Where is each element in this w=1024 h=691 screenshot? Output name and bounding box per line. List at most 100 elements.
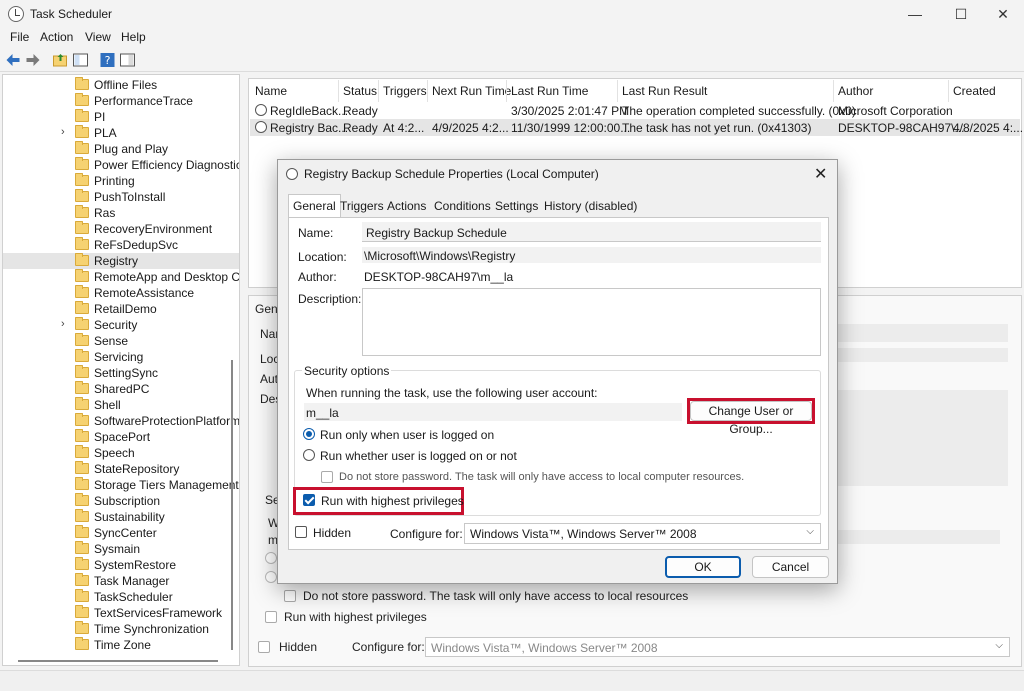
configure-for-combo[interactable]: Windows Vista™, Windows Server™ 2008 ⌵ (464, 523, 821, 544)
column-separator[interactable] (948, 80, 949, 102)
tree-item[interactable]: SoftwareProtectionPlatform (3, 413, 239, 429)
tree-item[interactable]: Servicing (3, 349, 239, 365)
tree-item[interactable]: › PLA (3, 125, 239, 141)
tree-item[interactable]: Printing (3, 173, 239, 189)
tree-item[interactable]: RecoveryEnvironment (3, 221, 239, 237)
tree-item[interactable]: Sustainability (3, 509, 239, 525)
menu-help[interactable]: Help (121, 30, 146, 44)
tab-triggers[interactable]: Triggers (336, 197, 388, 217)
folder-icon (75, 525, 89, 538)
run-highest-privileges-checkbox[interactable] (303, 494, 315, 506)
tree-item[interactable]: PushToInstall (3, 189, 239, 205)
tree-item[interactable]: TaskScheduler (3, 589, 239, 605)
forward-arrow-icon[interactable] (24, 52, 41, 68)
description-textarea[interactable] (362, 288, 821, 356)
tree-item-label: RetailDemo (94, 302, 157, 316)
tree-horizontal-scrollbar[interactable] (18, 660, 218, 662)
column-header[interactable]: Last Run Result (622, 84, 707, 104)
hidden-label[interactable]: Hidden (313, 526, 351, 540)
menu-view[interactable]: View (85, 30, 111, 44)
radio-run-whether-logged-on[interactable] (303, 449, 315, 461)
tab-history[interactable]: History (disabled) (540, 197, 641, 217)
close-button[interactable]: ✕ (980, 0, 1024, 28)
back-arrow-icon[interactable] (5, 52, 22, 68)
tree-item[interactable]: SharedPC (3, 381, 239, 397)
tab-actions[interactable]: Actions (383, 197, 430, 217)
tree-item[interactable]: RemoteApp and Desktop Co (3, 269, 239, 285)
folder-icon (75, 285, 89, 298)
tree-item[interactable]: Storage Tiers Management (3, 477, 239, 493)
menu-file[interactable]: File (10, 30, 29, 44)
column-header[interactable]: Triggers (383, 84, 427, 104)
tree-item[interactable]: Task Manager (3, 573, 239, 589)
tree-item[interactable]: RetailDemo (3, 301, 239, 317)
folder-icon (75, 333, 89, 346)
tree-item[interactable]: Shell (3, 397, 239, 413)
tree-item[interactable]: TextServicesFramework (3, 605, 239, 621)
column-separator[interactable] (506, 80, 507, 102)
menu-action[interactable]: Action (40, 30, 73, 44)
hidden-checkbox[interactable] (295, 526, 307, 538)
column-header[interactable]: Name (255, 84, 287, 104)
tree-item[interactable]: SettingSync (3, 365, 239, 381)
tree-item[interactable]: SpacePort (3, 429, 239, 445)
radio-run-only-logged-on-label[interactable]: Run only when user is logged on (320, 428, 494, 442)
details-no-store-password-label: Do not store password. The task will onl… (303, 589, 689, 603)
table-cell: At 4:2... (383, 121, 425, 135)
details-no-store-password-checkbox (284, 590, 296, 602)
chevron-right-icon[interactable]: › (61, 318, 65, 330)
tree-item[interactable]: PI (3, 109, 239, 125)
tab-conditions[interactable]: Conditions (430, 197, 495, 217)
up-folder-icon[interactable] (52, 52, 69, 68)
minimize-button[interactable]: — (892, 0, 938, 28)
change-user-or-group-button[interactable]: Change User or Group... (690, 401, 812, 436)
tree-item[interactable]: PerformanceTrace (3, 93, 239, 109)
column-header[interactable]: Author (838, 84, 873, 104)
column-separator[interactable] (338, 80, 339, 102)
column-separator[interactable] (833, 80, 834, 102)
configure-for-label: Configure for: (390, 527, 463, 541)
tree-item[interactable]: ReFsDedupSvc (3, 237, 239, 253)
tree-item[interactable]: Speech (3, 445, 239, 461)
tree-item-label: Power Efficiency Diagnostics (94, 158, 240, 172)
ok-button[interactable]: OK (665, 556, 741, 578)
cancel-button[interactable]: Cancel (752, 556, 829, 578)
column-header[interactable]: Created (953, 84, 996, 104)
column-separator[interactable] (378, 80, 379, 102)
tree-item[interactable]: Registry (3, 253, 239, 269)
tree-item[interactable]: Sysmain (3, 541, 239, 557)
column-header[interactable]: Next Run Time (432, 84, 511, 104)
run-highest-privileges-label[interactable]: Run with highest privileges (321, 494, 464, 508)
help-icon[interactable]: ? (99, 52, 116, 68)
radio-run-whether-logged-on-label[interactable]: Run whether user is logged on or not (320, 449, 517, 463)
radio-run-only-logged-on[interactable] (303, 428, 315, 440)
tree-item[interactable]: RemoteAssistance (3, 285, 239, 301)
tab-general[interactable]: General (288, 194, 341, 218)
tree-item[interactable]: Sense (3, 333, 239, 349)
tree-item[interactable]: Plug and Play (3, 141, 239, 157)
tree-item[interactable]: StateRepository (3, 461, 239, 477)
show-hide-console-tree-icon[interactable] (72, 52, 89, 68)
tree-item[interactable]: Time Synchronization (3, 621, 239, 637)
tree-vertical-scrollbar[interactable] (231, 360, 233, 650)
column-separator[interactable] (427, 80, 428, 102)
properties-pane-icon[interactable] (119, 52, 136, 68)
maximize-button[interactable]: ☐ (938, 0, 984, 28)
tree-item[interactable]: › Security (3, 317, 239, 333)
column-header[interactable]: Last Run Time (511, 84, 588, 104)
chevron-right-icon[interactable]: › (61, 126, 65, 138)
tree-item[interactable]: Ras (3, 205, 239, 221)
dialog-close-icon[interactable]: ✕ (814, 164, 827, 184)
tree-item[interactable]: Power Efficiency Diagnostics (3, 157, 239, 173)
folder-icon (75, 109, 89, 122)
tree-item-label: Time Zone (94, 638, 151, 652)
tree-item[interactable]: SyncCenter (3, 525, 239, 541)
folder-icon (75, 317, 89, 330)
column-header[interactable]: Status (343, 84, 377, 104)
tree-item[interactable]: SystemRestore (3, 557, 239, 573)
tab-settings[interactable]: Settings (491, 197, 542, 217)
tree-item[interactable]: Subscription (3, 493, 239, 509)
tree-item[interactable]: Time Zone (3, 637, 239, 653)
column-separator[interactable] (617, 80, 618, 102)
tree-item[interactable]: Offline Files (3, 77, 239, 93)
